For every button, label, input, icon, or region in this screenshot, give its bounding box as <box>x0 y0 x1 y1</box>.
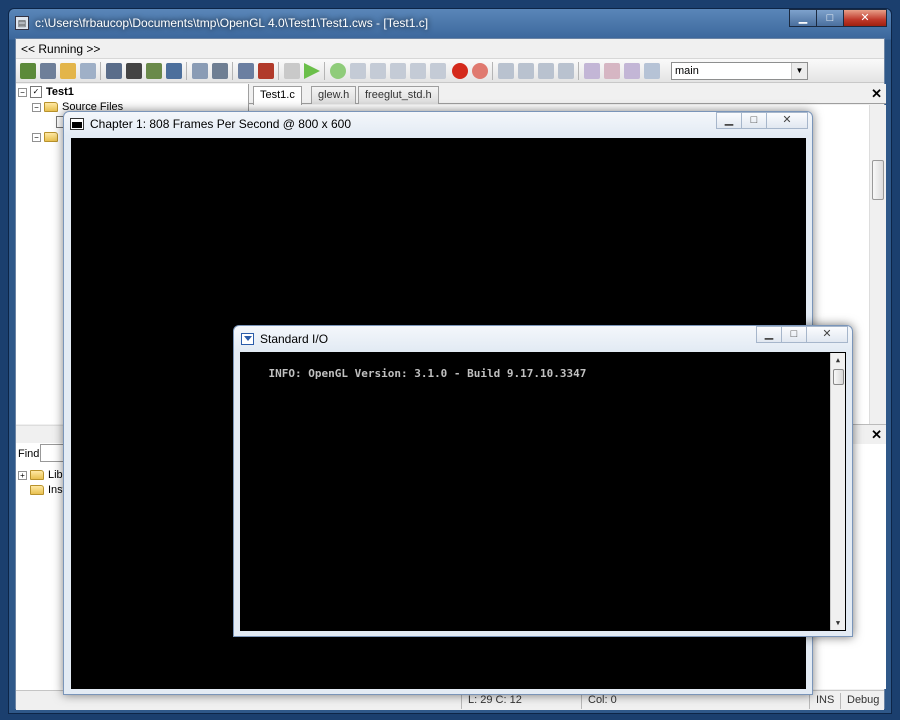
console-text: INFO: OpenGL Version: 3.1.0 - Build 9.17… <box>268 367 587 380</box>
next-bookmark-icon[interactable] <box>624 63 640 79</box>
chevron-down-icon[interactable]: ▼ <box>791 63 807 79</box>
stdio-window-title: Standard I/O <box>260 332 329 346</box>
window-icon <box>70 118 84 130</box>
save-icon[interactable] <box>80 63 96 79</box>
opengl-window-title: Chapter 1: 808 Frames Per Second @ 800 x… <box>90 117 351 131</box>
scroll-down-icon[interactable]: ▼ <box>831 616 845 630</box>
console-icon <box>241 333 254 345</box>
run-icon[interactable] <box>304 63 320 79</box>
scroll-thumb[interactable] <box>833 369 844 385</box>
console-vertical-scrollbar[interactable]: ▲ ▼ <box>830 353 845 630</box>
status-mode: Debug <box>840 693 884 709</box>
step-out-icon[interactable] <box>390 63 406 79</box>
toolbar-separator <box>278 62 279 80</box>
tab-glew-h[interactable]: glew.h <box>311 86 357 104</box>
toolbar: main ▼ <box>16 59 884 83</box>
ide-titlebar: ▤ c:\Users\frbaucop\Documents\tmp\OpenGL… <box>9 9 891 37</box>
maximize-button[interactable]: □ <box>781 326 807 343</box>
folder-icon <box>30 470 44 481</box>
folder-icon <box>44 132 58 143</box>
step-over-icon[interactable] <box>370 63 386 79</box>
collapse-icon[interactable]: − <box>18 87 27 97</box>
collapse-icon[interactable]: − <box>32 102 41 112</box>
collapse-icon[interactable]: − <box>32 132 41 142</box>
watch-icon[interactable] <box>518 63 534 79</box>
project-settings-icon[interactable] <box>166 63 182 79</box>
tab-freeglut-std-h[interactable]: freeglut_std.h <box>358 86 439 104</box>
close-button[interactable]: ✕ <box>766 112 808 129</box>
toolbar-separator <box>232 62 233 80</box>
new-file-icon[interactable] <box>40 63 56 79</box>
close-icon[interactable]: ✕ <box>871 86 882 102</box>
expand-icon[interactable]: + <box>18 470 27 480</box>
close-icon[interactable]: ✕ <box>871 427 882 443</box>
scroll-up-icon[interactable]: ▲ <box>831 353 845 367</box>
ide-title-text: c:\Users\frbaucop\Documents\tmp\OpenGL 4… <box>35 16 429 30</box>
close-button[interactable]: ✕ <box>806 326 848 343</box>
menu-running[interactable]: << Running >> <box>21 42 100 56</box>
function-combo-value: main <box>675 65 699 77</box>
status-column: Col: 0 <box>581 693 671 709</box>
project-label: Test1 <box>46 86 74 98</box>
step-into-icon[interactable] <box>350 63 366 79</box>
find-next-icon[interactable] <box>212 63 228 79</box>
call-stack-icon[interactable] <box>538 63 554 79</box>
toolbar-separator <box>492 62 493 80</box>
run-to-cursor-icon[interactable] <box>410 63 426 79</box>
tab-test1-c[interactable]: Test1.c <box>253 86 302 105</box>
toolbar-separator <box>324 62 325 80</box>
console-output[interactable]: INFO: OpenGL Version: 3.1.0 - Build 9.17… <box>240 352 846 631</box>
registers-icon[interactable] <box>558 63 574 79</box>
folder-icon <box>44 102 58 113</box>
minimize-button[interactable]: ▁ <box>716 112 742 129</box>
function-combo[interactable]: main ▼ <box>671 62 808 80</box>
find-icon[interactable] <box>192 63 208 79</box>
debug-icon[interactable] <box>284 63 300 79</box>
stop-icon[interactable] <box>452 63 468 79</box>
status-position: L: 29 C: 12 <box>461 693 581 709</box>
find-tree-item[interactable]: + Libr <box>18 469 66 481</box>
build-icon[interactable] <box>146 63 162 79</box>
maximize-button[interactable]: □ <box>816 9 844 27</box>
minimize-button[interactable]: ▁ <box>756 326 782 343</box>
compile-run-icon[interactable] <box>238 63 254 79</box>
editor-vertical-scrollbar[interactable] <box>869 105 886 425</box>
find-tree-item[interactable]: Inst <box>30 484 66 496</box>
prev-bookmark-icon[interactable] <box>644 63 660 79</box>
bookmark-icon[interactable] <box>584 63 600 79</box>
stop-build-icon[interactable] <box>258 63 274 79</box>
find-label: Find <box>18 448 40 460</box>
editor-tabbar: Test1.c glew.h freeglut_std.h ✕ <box>249 84 886 105</box>
menubar: << Running >> <box>16 39 884 59</box>
go-icon[interactable] <box>330 63 346 79</box>
compile-icon[interactable] <box>126 63 142 79</box>
step-back-icon[interactable] <box>430 63 446 79</box>
project-icon: ✓ <box>30 86 42 99</box>
folder-icon <box>30 485 44 496</box>
new-project-icon[interactable] <box>20 63 36 79</box>
status-ins: INS <box>809 693 840 709</box>
maximize-button[interactable]: □ <box>741 112 767 129</box>
function-icon[interactable] <box>106 63 122 79</box>
open-folder-icon[interactable] <box>60 63 76 79</box>
stdio-window: Standard I/O ▁ □ ✕ INFO: OpenGL Version:… <box>233 325 853 637</box>
scroll-thumb[interactable] <box>872 160 884 200</box>
tree-item-project[interactable]: − ✓ Test1 <box>18 86 74 99</box>
toolbar-separator <box>100 62 101 80</box>
minimize-button[interactable]: ▁ <box>789 9 817 27</box>
app-icon: ▤ <box>15 16 29 30</box>
restart-icon[interactable] <box>472 63 488 79</box>
clear-bookmark-icon[interactable] <box>604 63 620 79</box>
breakpoint-icon[interactable] <box>498 63 514 79</box>
close-button[interactable]: ✕ <box>843 9 887 27</box>
toolbar-separator <box>578 62 579 80</box>
tree-item-folder[interactable]: − <box>32 131 62 143</box>
toolbar-separator <box>186 62 187 80</box>
